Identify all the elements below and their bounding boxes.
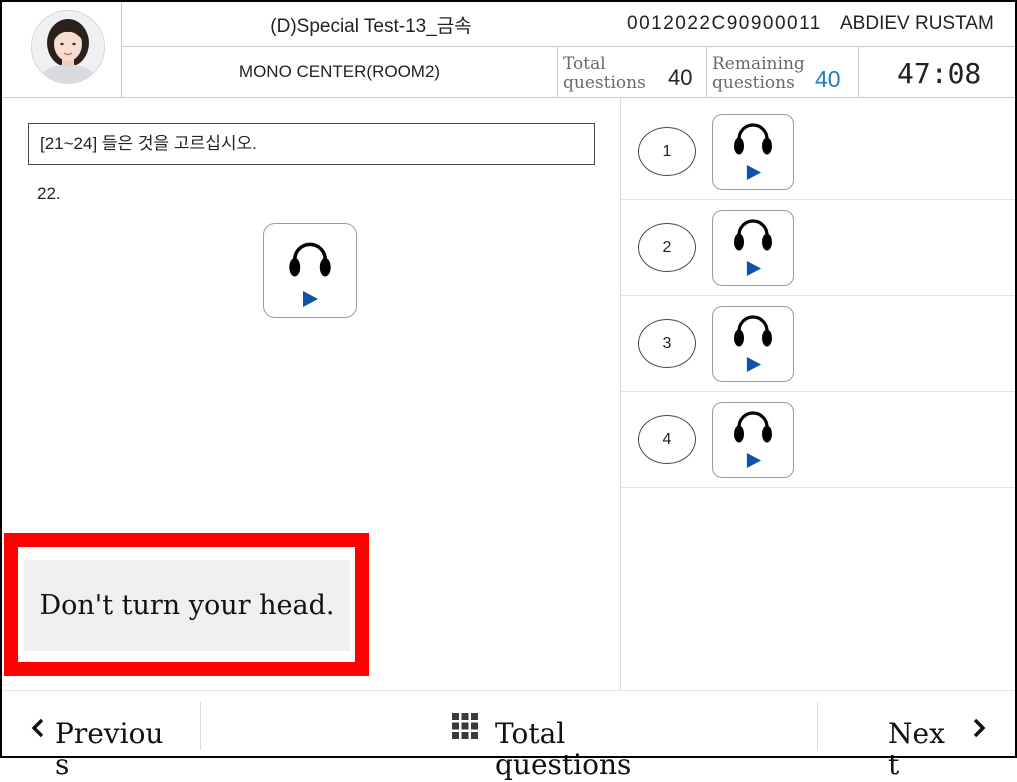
question-audio-button[interactable] xyxy=(263,223,357,318)
question-number: 22. xyxy=(37,184,61,203)
play-icon xyxy=(303,291,318,307)
header-divider xyxy=(557,47,558,97)
question-instruction: [21~24] 들은 것을 고르십시오. xyxy=(28,123,595,165)
headphones-icon xyxy=(734,219,772,251)
chevron-left-icon xyxy=(31,718,44,738)
play-icon xyxy=(746,164,762,181)
next-label: Next xyxy=(888,717,945,781)
candidate-id: 0012022C90900011 xyxy=(627,13,822,34)
total-questions-label: Total questions xyxy=(563,54,646,93)
remaining-questions-label: Remaining questions xyxy=(712,54,805,93)
option-3[interactable]: 3 xyxy=(621,296,1015,392)
headphones-icon xyxy=(734,315,772,347)
countdown-timer: 47:08 xyxy=(897,57,982,90)
headphones-icon xyxy=(289,242,331,277)
previous-button[interactable]: Previous xyxy=(2,691,200,780)
candidate-photo xyxy=(32,11,104,83)
headphones-icon xyxy=(734,123,772,155)
option-1[interactable]: 1 xyxy=(621,104,1015,200)
test-center-text: MONO CENTER(ROOM2) xyxy=(238,62,441,81)
play-icon xyxy=(746,452,762,469)
option-audio-button[interactable] xyxy=(712,402,794,478)
play-icon xyxy=(746,356,762,373)
header-divider xyxy=(706,47,707,97)
chevron-right-icon xyxy=(973,718,986,738)
option-audio-button[interactable] xyxy=(712,210,794,286)
headphones-icon xyxy=(734,411,772,443)
option-number-badge[interactable]: 4 xyxy=(638,415,696,464)
previous-label: Previous xyxy=(55,717,164,781)
grid-icon xyxy=(452,713,478,739)
option-audio-button[interactable] xyxy=(712,306,794,382)
test-center: MONO CENTER(ROOM2) xyxy=(122,47,557,97)
header-bottom-border xyxy=(2,97,1015,98)
question-list-label: Total questions xyxy=(495,717,632,781)
option-audio-button[interactable] xyxy=(712,114,794,190)
option-number-badge[interactable]: 2 xyxy=(638,223,696,272)
total-questions-count: 40 xyxy=(668,65,693,90)
avatar xyxy=(31,10,105,84)
test-title: (D)Special Test-13_금속 xyxy=(122,2,620,46)
header-divider xyxy=(858,47,859,97)
candidate-name: ABDIEV RUSTAM xyxy=(840,13,994,34)
play-icon xyxy=(746,260,762,277)
next-button[interactable]: Next xyxy=(818,691,1015,780)
warning-message: Don't turn your head. xyxy=(24,560,350,651)
remaining-questions-count: 40 xyxy=(815,66,841,92)
test-title-text: (D)Special Test-13_금속 xyxy=(270,15,472,37)
option-4[interactable]: 4 xyxy=(621,392,1015,488)
option-number-badge[interactable]: 1 xyxy=(638,127,696,176)
option-2[interactable]: 2 xyxy=(621,200,1015,296)
question-list-button[interactable]: Total questions xyxy=(201,691,817,780)
warning-message-text: Don't turn your head. xyxy=(39,590,335,621)
option-number-badge[interactable]: 3 xyxy=(638,319,696,368)
